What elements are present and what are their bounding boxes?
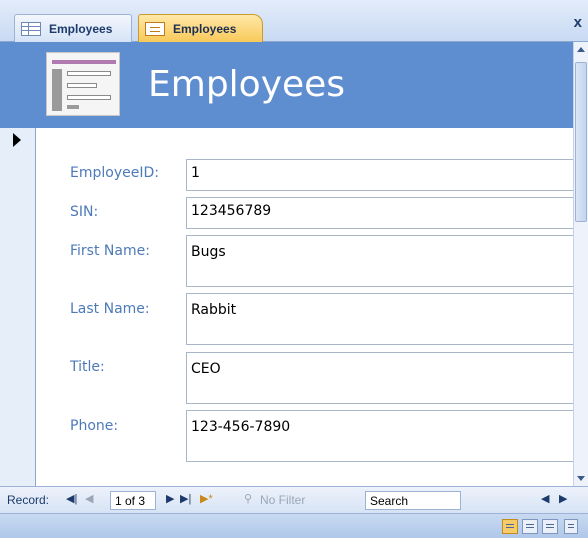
employeeid-field[interactable]: 1 <box>186 159 576 191</box>
no-filter-button[interactable]: No Filter <box>260 493 305 507</box>
first-record-icon[interactable]: ◀| <box>66 492 77 505</box>
document-tab-bar: Employees Employees x <box>0 0 588 42</box>
record-selector[interactable] <box>0 128 36 486</box>
record-navigation-bar: Record: ◀| ◀ 1 of 3 ▶ ▶| ▶* ⚲ No Filter … <box>0 486 588 514</box>
layout-view-icon[interactable] <box>564 519 578 534</box>
tab-employees-form[interactable]: Employees <box>138 14 263 42</box>
form-detail: EmployeeID: 1 SIN: 123456789 First Name:… <box>36 128 576 486</box>
scroll-right-icon[interactable]: ▶ <box>559 492 567 505</box>
next-record-icon[interactable]: ▶ <box>166 492 174 505</box>
phone-label: Phone: <box>70 418 119 434</box>
scroll-left-icon[interactable]: ◀ <box>541 492 549 505</box>
record-label: Record: <box>7 493 50 507</box>
form-header: Employees <box>0 42 573 128</box>
first-name-field[interactable]: Bugs <box>186 235 576 287</box>
sin-label: SIN: <box>70 204 99 220</box>
current-record-arrow-icon <box>13 133 21 147</box>
tab-label: Employees <box>173 21 237 36</box>
title-label: Title: <box>70 359 105 375</box>
title-field[interactable]: CEO <box>186 352 576 404</box>
search-input[interactable]: Search <box>365 491 461 510</box>
new-record-icon[interactable]: ▶* <box>200 492 213 505</box>
scroll-up-icon[interactable] <box>577 47 585 52</box>
tab-label: Employees <box>49 21 113 36</box>
first-name-label: First Name: <box>70 243 150 259</box>
form-logo-icon <box>46 52 120 116</box>
form-view-icon[interactable] <box>502 519 518 534</box>
sin-field[interactable]: 123456789 <box>186 197 576 229</box>
scroll-down-icon[interactable] <box>577 476 585 481</box>
scroll-thumb[interactable] <box>575 62 587 222</box>
design-view-icon[interactable] <box>542 519 558 534</box>
form-title: Employees <box>148 64 346 105</box>
tab-employees-table[interactable]: Employees <box>14 14 132 42</box>
status-bar <box>0 514 588 538</box>
form-icon <box>145 21 165 36</box>
close-icon[interactable]: x <box>574 14 582 31</box>
phone-field[interactable]: 123-456-7890 <box>186 410 576 462</box>
last-record-icon[interactable]: ▶| <box>180 492 191 505</box>
datasheet-view-icon[interactable] <box>522 519 538 534</box>
last-name-field[interactable]: Rabbit <box>186 293 576 345</box>
vertical-scrollbar[interactable] <box>573 42 588 486</box>
previous-record-icon[interactable]: ◀ <box>85 492 93 505</box>
record-position-input[interactable]: 1 of 3 <box>110 491 156 510</box>
table-icon <box>21 21 41 36</box>
filter-icon[interactable]: ⚲ <box>244 492 252 505</box>
last-name-label: Last Name: <box>70 301 150 317</box>
employeeid-label: EmployeeID: <box>70 165 159 181</box>
